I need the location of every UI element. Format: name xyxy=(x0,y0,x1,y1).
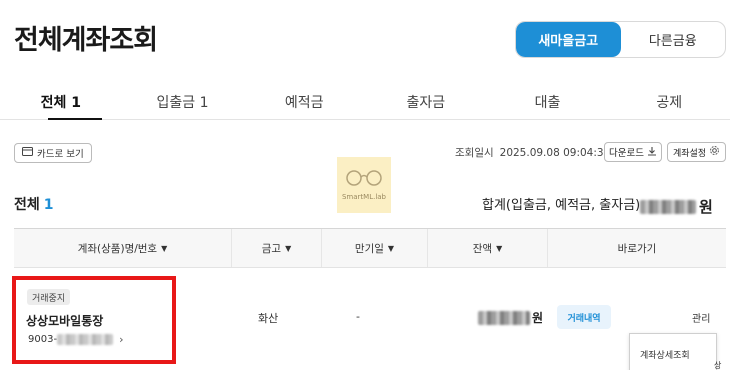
tab-insurance[interactable]: 공제 xyxy=(608,84,730,119)
tab-loan[interactable]: 대출 xyxy=(487,84,609,119)
tab-savings[interactable]: 예적금 xyxy=(243,84,365,119)
query-time: 조회일시 2025.09.08 09:04:31 xyxy=(455,145,610,160)
glasses-icon xyxy=(344,169,384,191)
card-view-label: 카드로 보기 xyxy=(37,149,84,160)
highlight-box xyxy=(12,276,176,364)
header-shortcut: 바로가기 xyxy=(548,229,726,267)
page-title: 전체계좌조회 xyxy=(14,25,158,56)
header-shortcut-label: 바로가기 xyxy=(617,242,657,255)
sum-amount: 원 xyxy=(640,196,713,217)
header-balance[interactable]: 잔액 ▼ xyxy=(428,229,548,267)
card-view-button[interactable]: 카드로 보기 xyxy=(14,143,92,163)
account-detail-popup[interactable]: 계좌상세조회 xyxy=(629,333,717,370)
card-icon xyxy=(22,147,33,159)
maturity-cell: - xyxy=(356,310,360,323)
header-account-label: 계좌(상품)명/번호 xyxy=(77,242,158,255)
header-bank[interactable]: 금고 ▼ xyxy=(232,229,322,267)
account-settings-button[interactable]: 계좌설정 xyxy=(667,142,726,162)
query-time-value: 2025.09.08 09:04:31 xyxy=(499,147,611,159)
bank-cell: 화산 xyxy=(258,312,279,325)
tab-deposit-withdraw[interactable]: 입출금 1 xyxy=(122,84,244,119)
header-account[interactable]: 계좌(상품)명/번호 ▼ xyxy=(14,229,232,267)
bank-segment-control: 새마을금고 다른금융 xyxy=(515,21,726,58)
popup-side-label: 상 xyxy=(714,361,722,370)
download-label: 다운로드 xyxy=(609,148,644,159)
caret-down-icon: ▼ xyxy=(496,243,503,253)
total-summary: 전체 1 xyxy=(14,194,54,214)
caret-down-icon: ▼ xyxy=(161,243,168,253)
account-detail-label: 계좌상세조회 xyxy=(640,351,690,361)
segment-other-finance[interactable]: 다른금융 xyxy=(621,22,726,57)
total-count: 1 xyxy=(43,197,54,213)
header-maturity-label: 만기일 xyxy=(354,242,384,255)
gear-icon xyxy=(709,145,720,159)
manage-button[interactable]: 관리 xyxy=(692,310,710,325)
account-settings-label: 계좌설정 xyxy=(672,148,707,159)
balance-cell: 원 xyxy=(478,309,543,326)
balance-unit: 원 xyxy=(532,311,544,325)
header-maturity[interactable]: 만기일 ▼ xyxy=(322,229,428,267)
query-time-label: 조회일시 xyxy=(455,147,494,159)
masked-balance xyxy=(478,310,530,325)
header-bank-label: 금고 xyxy=(261,242,282,255)
caret-down-icon: ▼ xyxy=(387,243,395,253)
watermark-logo: SmartML.lab xyxy=(337,157,391,213)
account-tabs: 전체 1 입출금 1 예적금 출자금 대출 공제 xyxy=(0,84,730,120)
download-button[interactable]: 다운로드 xyxy=(604,142,662,162)
tab-all[interactable]: 전체 1 xyxy=(0,84,122,120)
watermark-text: SmartML.lab xyxy=(341,193,387,201)
tab-investment[interactable]: 출자금 xyxy=(365,84,487,119)
segment-mg-bank[interactable]: 새마을금고 xyxy=(516,22,621,57)
download-icon xyxy=(647,146,657,159)
sum-unit: 원 xyxy=(699,198,713,216)
transaction-history-button[interactable]: 거래내역 xyxy=(557,305,611,329)
table-header: 계좌(상품)명/번호 ▼ 금고 ▼ 만기일 ▼ 잔액 ▼ 바로가기 xyxy=(14,228,726,268)
masked-sum xyxy=(640,199,696,214)
sum-label: 합계(입출금, 예적금, 출자금) xyxy=(482,198,641,213)
header-balance-label: 잔액 xyxy=(472,242,493,255)
total-label: 전체 xyxy=(14,197,40,213)
caret-down-icon: ▼ xyxy=(285,243,292,253)
